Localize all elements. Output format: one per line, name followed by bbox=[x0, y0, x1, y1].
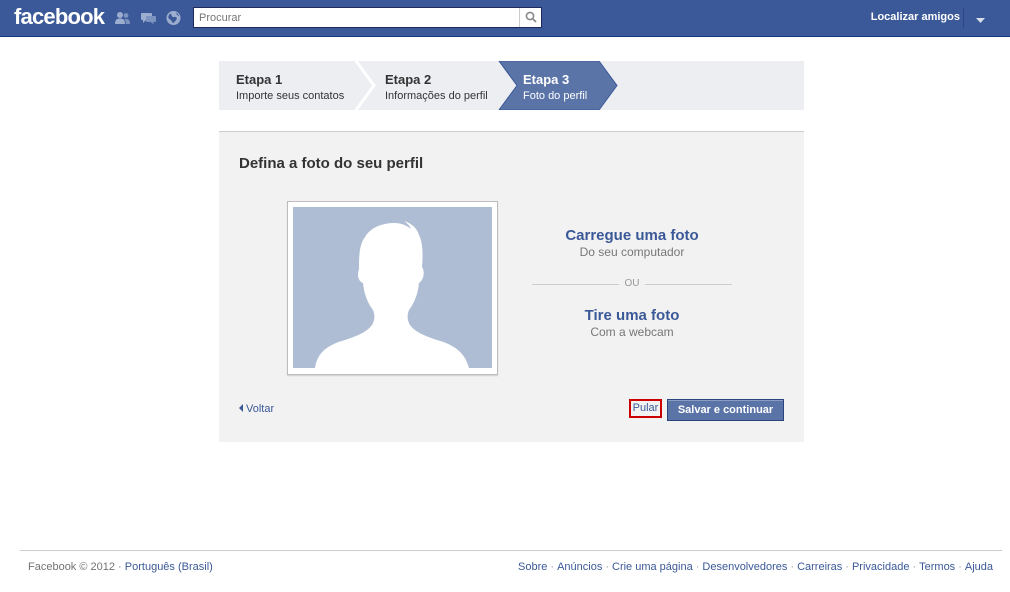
nav-divider bbox=[963, 8, 964, 28]
footer-link-create-page[interactable]: Crie uma página bbox=[612, 561, 693, 573]
step-subtitle: Importe seus contatos bbox=[236, 90, 345, 102]
footer-link-terms[interactable]: Termos bbox=[919, 561, 955, 573]
profile-photo-frame bbox=[287, 201, 498, 375]
step-subtitle: Informações do perfil bbox=[385, 90, 488, 102]
search-bar bbox=[193, 7, 542, 28]
or-divider: OU bbox=[532, 278, 732, 292]
footer-links: Sobre · Anúncios · Crie uma página · Desenvolv… bbox=[518, 561, 993, 573]
save-and-continue-button[interactable]: Salvar e continuar bbox=[667, 399, 784, 421]
page-title: Defina a foto do seu perfil bbox=[239, 155, 424, 172]
back-label: Voltar bbox=[246, 403, 275, 415]
search-button[interactable] bbox=[519, 8, 541, 27]
upload-photo-subtitle: Do seu computador bbox=[579, 245, 685, 259]
upload-photo-option[interactable]: Carregue uma foto Do seu computador bbox=[532, 227, 732, 259]
upload-photo-link[interactable]: Carregue uma foto bbox=[532, 227, 732, 244]
step-3-active: Etapa 3 Foto do perfil bbox=[523, 61, 633, 110]
footer-link-help[interactable]: Ajuda bbox=[965, 561, 993, 573]
footer-link-careers[interactable]: Carreiras bbox=[797, 561, 842, 573]
language-link[interactable]: Português (Brasil) bbox=[125, 561, 213, 573]
footer-left: Facebook © 2012 · Português (Brasil) bbox=[28, 561, 213, 573]
step-2: Etapa 2 Informações do perfil bbox=[385, 61, 520, 110]
webcam-subtitle: Com a webcam bbox=[590, 325, 674, 339]
progress-steps: Etapa 1 Importe seus contatos Etapa 2 In… bbox=[219, 61, 804, 111]
search-input[interactable] bbox=[194, 8, 516, 27]
copyright: Facebook © 2012 · bbox=[28, 561, 122, 573]
footer-link-developers[interactable]: Desenvolvedores bbox=[702, 561, 787, 573]
footer: Facebook © 2012 · Português (Brasil) Sob… bbox=[20, 550, 1002, 581]
skip-link[interactable]: Pular bbox=[629, 399, 662, 418]
step-1: Etapa 1 Importe seus contatos bbox=[236, 61, 366, 110]
footer-link-privacy[interactable]: Privacidade bbox=[852, 561, 909, 573]
step-subtitle: Foto do perfil bbox=[523, 90, 588, 102]
webcam-photo-option[interactable]: Tire uma foto Com a webcam bbox=[532, 307, 732, 339]
footer-link-about[interactable]: Sobre bbox=[518, 561, 547, 573]
friend-requests-icon[interactable] bbox=[114, 10, 131, 26]
profile-photo-panel: Defina a foto do seu perfil Carregue uma… bbox=[219, 131, 804, 442]
or-label: OU bbox=[624, 278, 640, 289]
messages-icon[interactable] bbox=[140, 10, 157, 26]
back-link[interactable]: Voltar bbox=[239, 403, 274, 415]
footer-link-ads[interactable]: Anúncios bbox=[557, 561, 602, 573]
step-title: Etapa 3 bbox=[523, 72, 570, 87]
top-navigation-bar: facebook Localiza bbox=[0, 0, 1010, 37]
default-avatar-silhouette bbox=[293, 207, 492, 368]
divider-line bbox=[645, 284, 732, 285]
step-title: Etapa 1 bbox=[236, 72, 283, 87]
find-friends-link[interactable]: Localizar amigos bbox=[871, 11, 960, 23]
divider-line bbox=[532, 284, 619, 285]
take-photo-link[interactable]: Tire uma foto bbox=[532, 307, 732, 324]
notifications-globe-icon[interactable] bbox=[165, 10, 182, 26]
facebook-logo[interactable]: facebook bbox=[14, 4, 105, 30]
caret-left-icon bbox=[239, 404, 243, 412]
search-icon bbox=[525, 11, 537, 23]
step-title: Etapa 2 bbox=[385, 72, 432, 87]
account-menu-chevron-down-icon[interactable] bbox=[976, 15, 985, 27]
